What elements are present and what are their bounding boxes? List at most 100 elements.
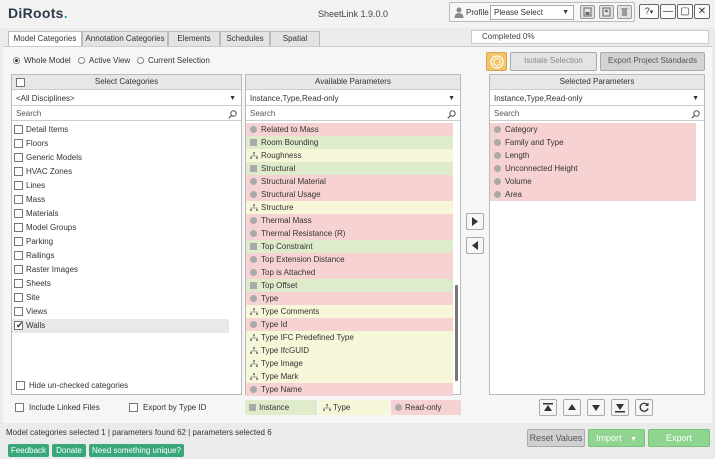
category-item[interactable]: HVAC Zones	[12, 165, 229, 179]
parameter-item[interactable]: Roughness	[246, 149, 453, 162]
radio-active-view[interactable]	[78, 57, 85, 64]
add-parameter-button[interactable]	[466, 213, 484, 230]
parameter-item[interactable]: Thermal Resistance (R)	[246, 227, 453, 240]
parameter-item[interactable]: Type IfcGUID	[246, 344, 453, 357]
category-checkbox[interactable]	[14, 195, 23, 204]
parameter-item[interactable]: Volume	[490, 175, 696, 188]
category-checkbox[interactable]	[14, 209, 23, 218]
category-checkbox[interactable]: ✔	[14, 320, 24, 330]
parameter-item[interactable]: Type Name	[246, 383, 453, 396]
category-item[interactable]: Detail Items	[12, 123, 229, 137]
category-item[interactable]: Model Groups	[12, 221, 229, 235]
tab-model-categories[interactable]: Model Categories	[8, 31, 82, 47]
remove-parameter-button[interactable]	[466, 237, 484, 254]
radio-current-selection[interactable]	[137, 57, 144, 64]
parameter-item[interactable]: Type Comments	[246, 305, 453, 318]
select-all-checkbox[interactable]	[16, 78, 25, 87]
category-checkbox[interactable]	[14, 251, 23, 260]
category-item[interactable]: ✔ Walls	[12, 319, 229, 333]
export-standards-button[interactable]: Export Project Standards	[600, 52, 705, 71]
categories-search-input[interactable]: Search	[12, 108, 241, 121]
category-item[interactable]: Floors	[12, 137, 229, 151]
category-checkbox[interactable]	[14, 223, 23, 232]
reveal-button[interactable]	[486, 52, 507, 71]
move-top-button[interactable]	[539, 399, 557, 416]
maximize-button[interactable]: ▢	[677, 4, 693, 19]
close-button[interactable]: ✕	[694, 4, 710, 19]
available-search-input[interactable]: Search	[246, 108, 460, 121]
parameter-item[interactable]: Type Id	[246, 318, 453, 331]
parameter-item[interactable]: Structure	[246, 201, 453, 214]
parameter-item[interactable]: Structural	[246, 162, 453, 175]
tab-schedules[interactable]: Schedules	[220, 31, 270, 46]
category-item[interactable]: Views	[12, 305, 229, 319]
category-checkbox[interactable]	[14, 181, 23, 190]
parameter-item[interactable]: Type Mark	[246, 370, 453, 383]
export-button[interactable]: Export	[648, 429, 710, 447]
refresh-button[interactable]	[635, 399, 653, 416]
isolate-selection-button[interactable]: Isolate Selection	[510, 52, 597, 71]
parameter-item[interactable]: Structural Material	[246, 175, 453, 188]
discipline-dropdown[interactable]: <All Disciplines> ▼	[12, 92, 241, 106]
parameter-item[interactable]: Type Image	[246, 357, 453, 370]
save-profile-button[interactable]	[580, 5, 595, 19]
hide-unchecked-checkbox[interactable]	[16, 381, 25, 390]
category-item[interactable]: Raster Images	[12, 263, 229, 277]
category-checkbox[interactable]	[14, 167, 23, 176]
import-button[interactable]: Import ▼	[588, 429, 645, 447]
category-item[interactable]: Generic Models	[12, 151, 229, 165]
category-checkbox[interactable]	[14, 125, 23, 134]
category-checkbox[interactable]	[14, 237, 23, 246]
category-item[interactable]: Materials	[12, 207, 229, 221]
parameter-item[interactable]: Top is Attached	[246, 266, 453, 279]
help-button[interactable]: ?▾	[639, 4, 659, 19]
parameter-item[interactable]: Length	[490, 149, 696, 162]
include-linked-checkbox[interactable]	[15, 403, 24, 412]
parameter-item[interactable]: Related to Mass	[246, 123, 453, 136]
feedback-button[interactable]: Feedback	[8, 444, 49, 457]
parameter-item[interactable]: Type IFC Predefined Type	[246, 331, 453, 344]
delete-profile-button[interactable]	[617, 5, 632, 19]
category-checkbox[interactable]	[14, 153, 23, 162]
need-something-unique-button[interactable]: Need something unique?	[89, 444, 184, 457]
parameter-item[interactable]: Thermal Mass	[246, 214, 453, 227]
parameter-item[interactable]: Unconnected Height	[490, 162, 696, 175]
parameter-item[interactable]: Top Extension Distance	[246, 253, 453, 266]
export-by-type-checkbox[interactable]	[129, 403, 138, 412]
category-item[interactable]: Lines	[12, 179, 229, 193]
parameter-item[interactable]: Room Bounding	[246, 136, 453, 149]
parameter-item[interactable]: Area	[490, 188, 696, 201]
category-checkbox[interactable]	[14, 293, 23, 302]
radio-whole-model[interactable]	[13, 57, 20, 64]
tab-spatial[interactable]: Spatial	[270, 31, 320, 46]
selected-search-input[interactable]: Search	[490, 108, 704, 121]
minimize-button[interactable]: —	[660, 4, 676, 19]
available-scrollbar[interactable]	[455, 285, 458, 381]
parameter-item[interactable]: Category	[490, 123, 696, 136]
category-checkbox[interactable]	[14, 279, 23, 288]
category-item[interactable]: Railings	[12, 249, 229, 263]
donate-button[interactable]: Donate	[52, 444, 86, 457]
category-item[interactable]: Mass	[12, 193, 229, 207]
parameter-item[interactable]: Top Offset	[246, 279, 453, 292]
parameter-item[interactable]: Top Constraint	[246, 240, 453, 253]
profile-select[interactable]: Please Select ▼	[490, 5, 574, 20]
category-checkbox[interactable]	[14, 139, 23, 148]
category-item[interactable]: Sheets	[12, 277, 229, 291]
category-item[interactable]: Parking	[12, 235, 229, 249]
category-checkbox[interactable]	[14, 307, 23, 316]
tab-annotation-categories[interactable]: Annotation Categories	[82, 31, 168, 46]
move-bottom-button[interactable]	[611, 399, 629, 416]
tab-elements[interactable]: Elements	[168, 31, 220, 46]
load-profile-button[interactable]	[599, 5, 614, 19]
available-filter-dropdown[interactable]: Instance,Type,Read-only ▼	[246, 92, 460, 106]
parameter-item[interactable]: Type	[246, 292, 453, 305]
selected-filter-dropdown[interactable]: Instance,Type,Read-only ▼	[490, 92, 704, 106]
parameter-item[interactable]: Structural Usage	[246, 188, 453, 201]
parameter-item[interactable]: Family and Type	[490, 136, 696, 149]
reset-values-button[interactable]: Reset Values	[527, 429, 585, 447]
category-item[interactable]: Site	[12, 291, 229, 305]
move-up-button[interactable]	[563, 399, 581, 416]
move-down-button[interactable]	[587, 399, 605, 416]
category-checkbox[interactable]	[14, 265, 23, 274]
